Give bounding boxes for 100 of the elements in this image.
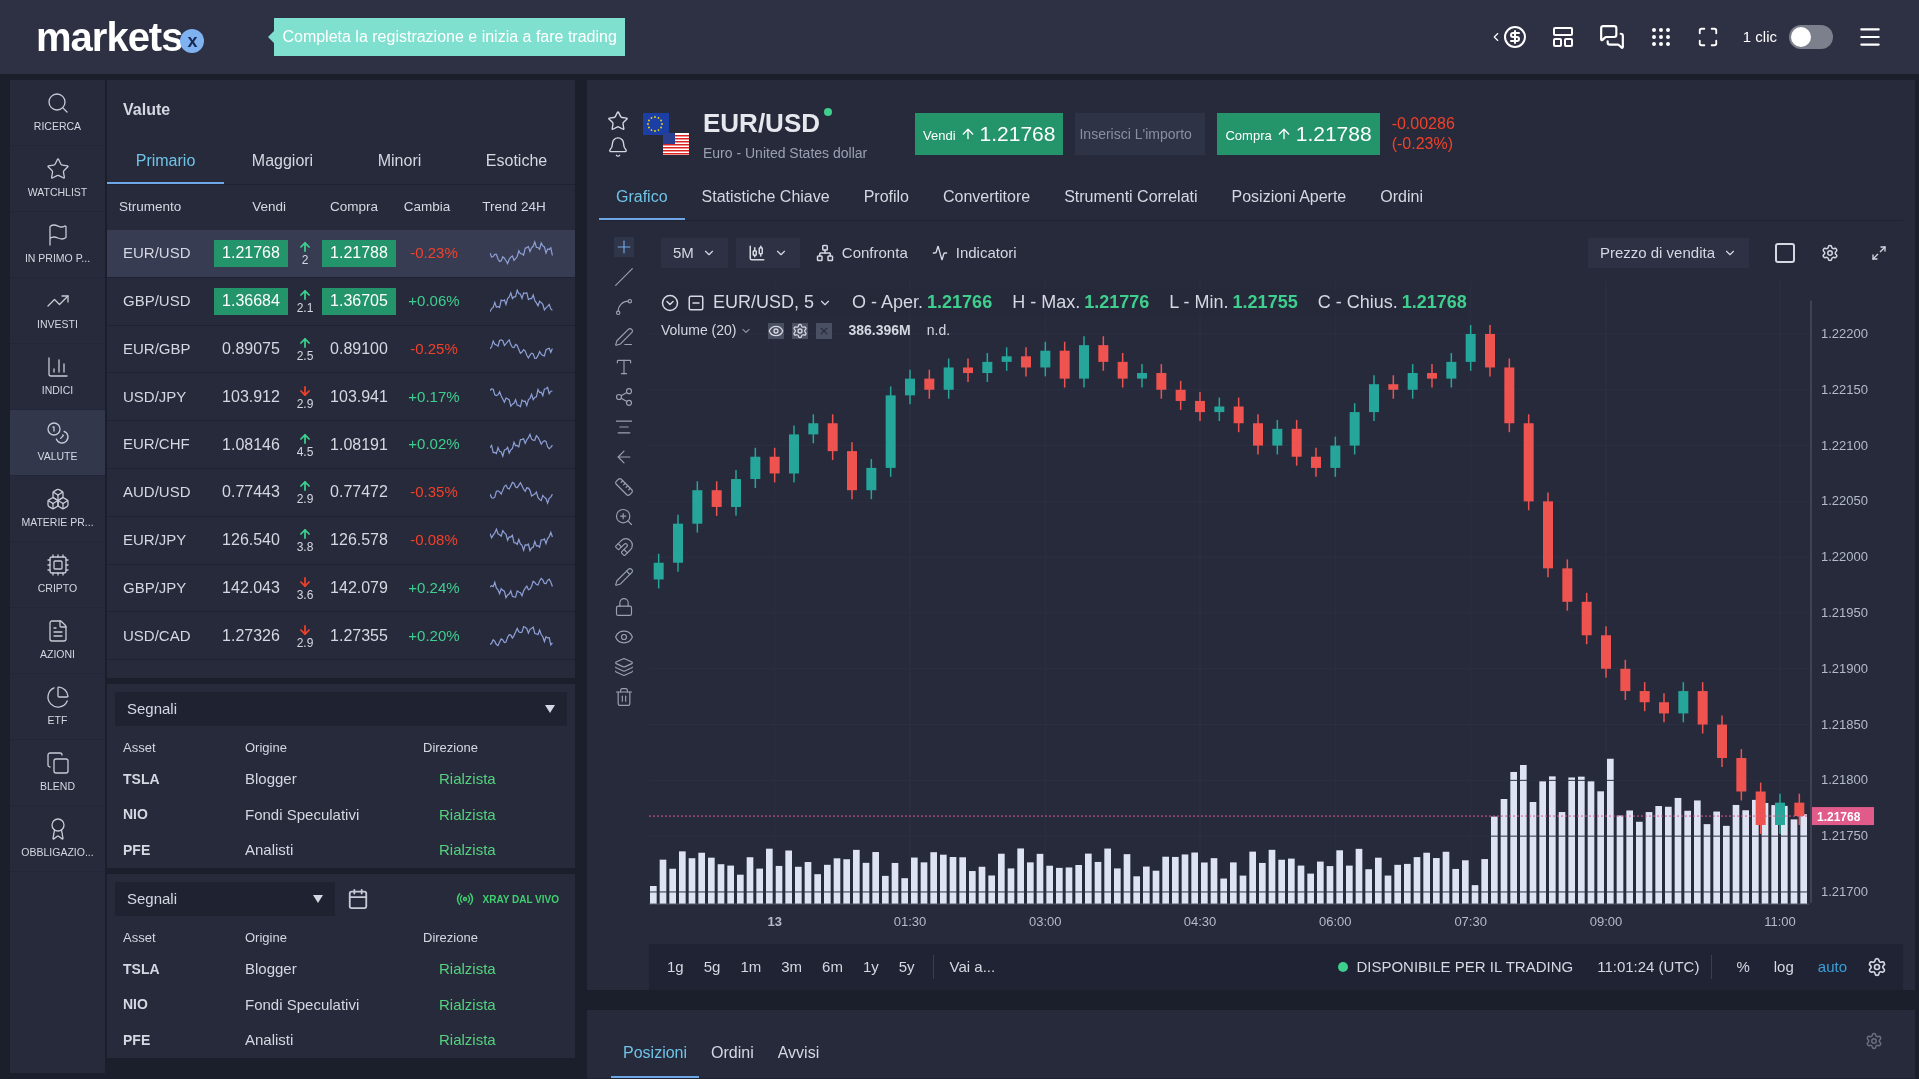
instrument-row[interactable]: GBP/USD 1.36684 2.1 1.36705 +0.06% (107, 277, 575, 326)
direction-cell-text: Rialzista (438, 994, 497, 1015)
nav-item[interactable]: MATERIE PR... (10, 476, 105, 542)
range-button[interactable]: 5g (693, 955, 731, 979)
sell-price[interactable]: 1.36684 (214, 287, 288, 315)
indicators-button[interactable]: Indicatori (923, 241, 1025, 265)
asset-cell-text: PFE (122, 840, 152, 860)
column-header: Asset (122, 929, 157, 947)
range-button[interactable]: 1g (657, 955, 694, 979)
tab[interactable]: Ordini (699, 1030, 766, 1078)
sell-price[interactable]: 1.08146 (214, 431, 288, 459)
sell-price[interactable]: 1.27326 (214, 622, 288, 650)
tab[interactable]: Statistiche Chiave (684, 176, 847, 220)
instrument-row[interactable]: EUR/USD 1.21768 2 1.21788 -0.23% (107, 230, 575, 278)
tab[interactable]: Profilo (846, 176, 926, 220)
scale-option[interactable]: auto (1805, 955, 1859, 979)
tab[interactable]: Convertitore (926, 176, 1048, 220)
signals-dropdown[interactable]: Segnali (115, 692, 567, 726)
nav-item[interactable]: RICERCA (10, 80, 105, 146)
signal-row[interactable]: PFE Analisti Rialzista (115, 1022, 567, 1058)
goto-button[interactable]: Vai a... (941, 955, 1004, 979)
signal-row[interactable]: TSLA Blogger Rialzista (115, 951, 567, 987)
direction-cell-text: Rialzista (438, 840, 497, 860)
series-dropdown[interactable]: EUR/USD, 5 (713, 289, 833, 316)
x-tick-label: 06:00 (1319, 914, 1352, 929)
instrument-row[interactable]: GBP/JPY 142.043 3.6 142.079 +0.24% (107, 564, 575, 613)
volume-dropdown[interactable]: Volume (20) (661, 320, 753, 341)
nav-item[interactable]: ETF (10, 674, 105, 740)
signal-row[interactable]: PFE Analisti Rialzista (115, 832, 567, 868)
tab[interactable]: Posizioni (611, 1030, 700, 1078)
sell-price[interactable]: 142.043 (214, 574, 288, 602)
tab[interactable]: Avvisi (765, 1030, 832, 1078)
sell-price[interactable]: 0.89075 (214, 335, 288, 363)
change-cell-text: -0.35% (409, 482, 459, 503)
interval-dropdown[interactable]: 5M (661, 238, 728, 268)
scale-option[interactable]: log (1761, 955, 1806, 979)
buy-button[interactable]: Compra 1.21788 (1217, 113, 1380, 155)
buy-price[interactable]: 1.21788 (322, 239, 396, 267)
y-tick-label: 1.21950 (1821, 604, 1868, 620)
instrument-row[interactable]: EUR/CHF 1.08146 4.5 1.08191 +0.02% (107, 421, 575, 469)
range-button[interactable]: 1y (852, 955, 889, 979)
buy-price[interactable]: 0.89100 (322, 335, 396, 363)
nav-item[interactable]: BLEND (10, 740, 105, 806)
signal-row[interactable]: NIO Fondi Speculativi Rialzista (115, 797, 567, 833)
logo[interactable]: markets (36, 7, 183, 67)
tab[interactable]: Maggiori (224, 140, 341, 184)
buy-price[interactable]: 126.578 (322, 526, 396, 554)
buy-price[interactable]: 0.77472 (322, 478, 396, 506)
y-tick-label: 1.21800 (1821, 772, 1868, 788)
nav-item[interactable]: IN PRIMO P... (10, 212, 105, 278)
tab[interactable]: Esotiche (458, 140, 575, 184)
buy-price[interactable]: 1.08191 (322, 431, 396, 459)
buy-price[interactable]: 103.941 (322, 383, 396, 411)
change-cell-text: +0.06% (407, 290, 461, 311)
nav-item[interactable]: WATCHLIST (10, 146, 105, 212)
instrument-row[interactable]: AUD/USD 0.77443 2.9 0.77472 -0.35% (107, 469, 575, 517)
tab[interactable]: Minori (341, 140, 458, 184)
buy-price[interactable]: 142.079 (322, 574, 396, 602)
instrument-row[interactable]: EUR/JPY 126.540 3.8 126.578 -0.08% (107, 516, 575, 565)
tab[interactable]: Primario (107, 140, 224, 184)
sell-price[interactable]: 103.912 (214, 383, 288, 411)
signal-row[interactable]: TSLA Blogger Rialzista (115, 761, 567, 797)
tab[interactable]: Posizioni Aperte (1214, 176, 1364, 220)
sell-price[interactable]: 126.540 (214, 526, 288, 554)
nav-item[interactable]: AZIONI (10, 608, 105, 674)
range-button[interactable]: 5y (888, 955, 925, 979)
y-tick-label: 1.22200 (1821, 325, 1868, 341)
nav-item[interactable]: VALUTE (10, 410, 105, 476)
compare-button[interactable]: Confronta (807, 241, 916, 265)
nav-item[interactable]: INVESTI (10, 278, 105, 344)
live-button[interactable]: XRAY DAL VIVO (456, 890, 559, 908)
ohlc-label: O - Aper. (852, 291, 924, 314)
instrument-row[interactable]: USD/JPY 103.912 2.9 103.941 +0.17% (107, 373, 575, 422)
sell-price[interactable]: 0.77443 (214, 478, 288, 506)
tab[interactable]: Ordini (1363, 176, 1440, 220)
amount-field[interactable]: Inserisci L'importo (1075, 113, 1206, 155)
sell-price[interactable]: 1.21768 (214, 239, 288, 267)
sell-button[interactable]: Vendi 1.21768 (915, 113, 1064, 155)
signals-dropdown[interactable]: Segnali (115, 882, 335, 916)
buy-price[interactable]: 1.36705 (322, 287, 396, 315)
range-button[interactable]: 6m (812, 955, 853, 979)
scale-option[interactable]: % (1724, 955, 1762, 979)
x-tick-label: 11:00 (1764, 914, 1796, 929)
column-header: Cambia (402, 198, 452, 217)
nav-item[interactable]: OBBLIGAZIO... (10, 806, 105, 872)
instrument-row[interactable]: USD/CAD 1.27326 2.9 1.27355 +0.20% (107, 612, 575, 661)
volume-note: n.d. (926, 321, 951, 340)
range-button[interactable]: 3m (771, 955, 813, 979)
ohlc-label: H - Max. (1012, 291, 1081, 314)
y-tick-label: 1.22050 (1821, 493, 1868, 509)
buy-price[interactable]: 1.27355 (322, 622, 396, 650)
tab[interactable]: Strumenti Correlati (1047, 176, 1215, 220)
instrument-row[interactable]: EUR/GBP 0.89075 2.5 0.89100 -0.25% (107, 325, 575, 374)
signal-row[interactable]: NIO Fondi Speculativi Rialzista (115, 987, 567, 1023)
range-button[interactable]: 1m (730, 955, 772, 979)
logo-mark: x (180, 29, 205, 53)
nav-item[interactable]: CRIPTO (10, 542, 105, 608)
instrument-name: Euro - United States dollar (703, 144, 869, 163)
price-type-dropdown[interactable]: Prezzo di vendita (1587, 238, 1749, 268)
tab[interactable]: Grafico (599, 176, 685, 220)
